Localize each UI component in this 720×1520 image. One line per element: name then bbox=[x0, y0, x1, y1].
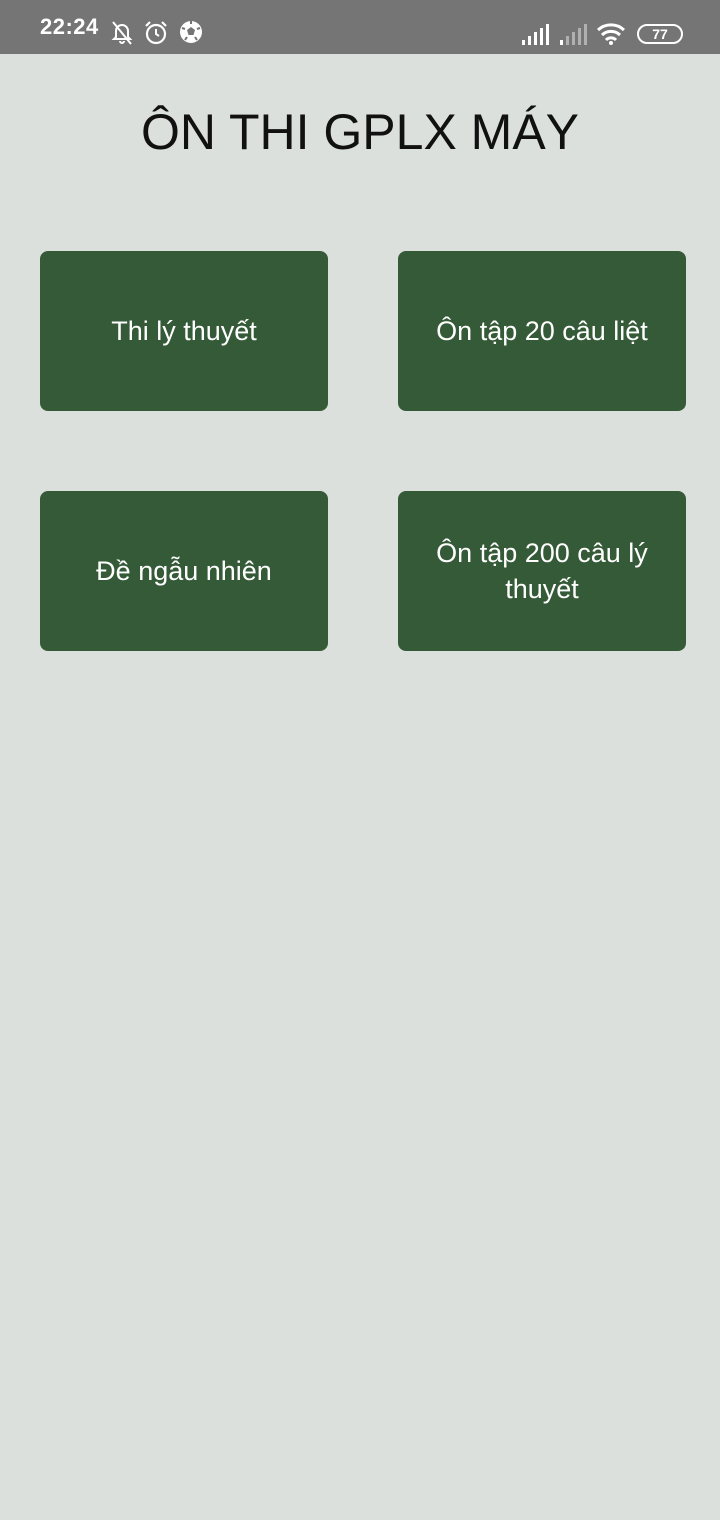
review-20-critical-button[interactable]: Ôn tập 20 câu liệt bbox=[398, 251, 686, 411]
random-exam-button[interactable]: Đề ngẫu nhiên bbox=[40, 491, 328, 651]
soccer-ball-icon bbox=[180, 21, 202, 43]
review-200-theory-label: Ôn tập 200 câu lý thuyết bbox=[436, 538, 648, 604]
status-bar: 22:24 77 bbox=[0, 0, 720, 54]
page-title: ÔN THI GPLX MÁY bbox=[140, 104, 580, 160]
theory-exam-label: Thi lý thuyết bbox=[111, 316, 257, 346]
battery-level: 77 bbox=[652, 26, 668, 42]
signal-weak-icon bbox=[560, 24, 587, 45]
theory-exam-button[interactable]: Thi lý thuyết bbox=[40, 251, 328, 411]
random-exam-label: Đề ngẫu nhiên bbox=[96, 556, 272, 586]
review-200-theory-button[interactable]: Ôn tập 200 câu lý thuyết bbox=[398, 491, 686, 651]
signal-icon bbox=[522, 24, 549, 45]
wifi-icon bbox=[597, 23, 625, 45]
review-20-critical-label: Ôn tập 20 câu liệt bbox=[436, 316, 648, 346]
bell-off-icon bbox=[111, 21, 133, 45]
alarm-icon bbox=[145, 21, 167, 45]
status-time: 22:24 bbox=[40, 14, 99, 39]
battery-icon: 77 bbox=[637, 24, 683, 44]
